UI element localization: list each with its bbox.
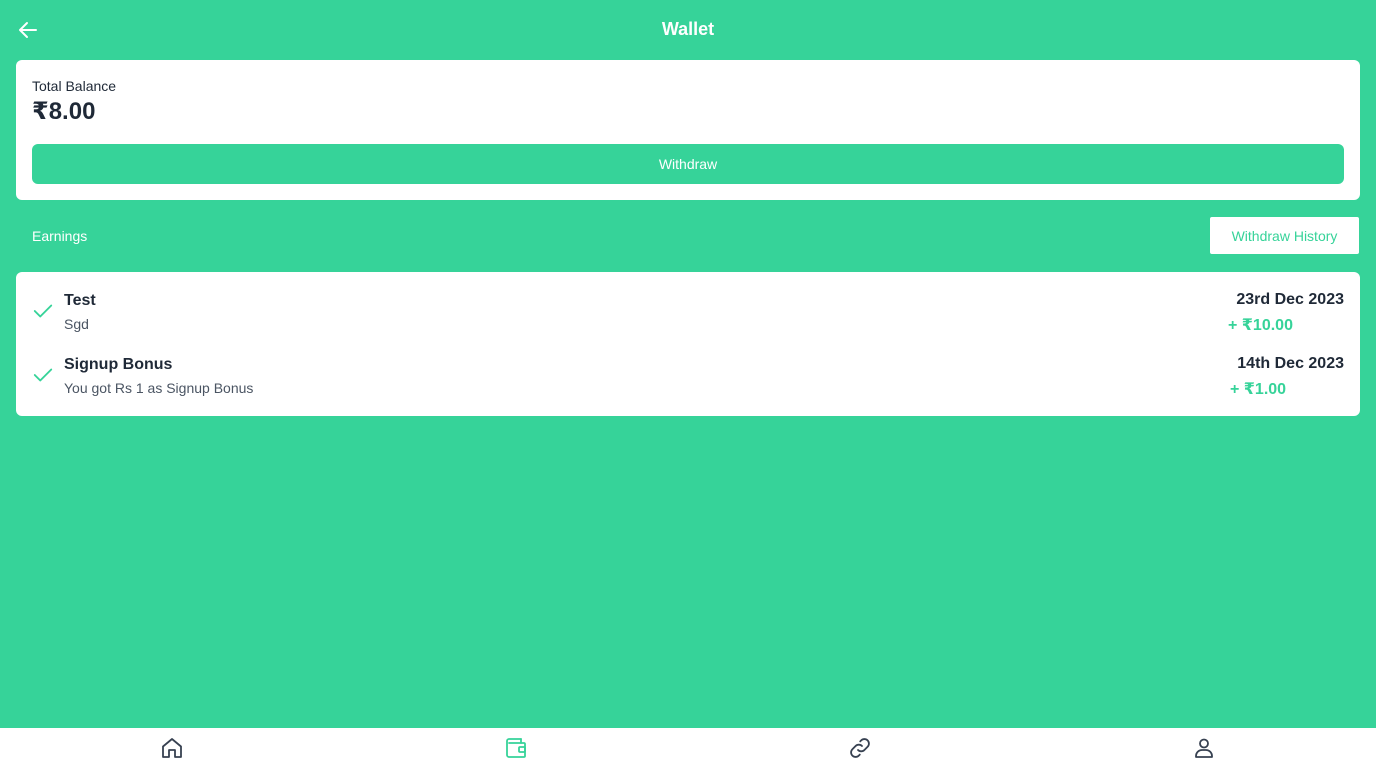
wallet-icon xyxy=(506,738,526,758)
link-icon xyxy=(850,738,870,758)
withdraw-button[interactable]: Withdraw xyxy=(32,144,1344,184)
earning-amount: + ₹1.00 xyxy=(1230,381,1287,398)
nav-profile[interactable] xyxy=(1192,736,1216,760)
earning-date: 23rd Dec 2023 xyxy=(1236,291,1344,308)
total-balance-label: Total Balance xyxy=(32,78,117,94)
nav-wallet[interactable] xyxy=(504,736,528,760)
withdraw-history-button[interactable]: Withdraw History xyxy=(1210,217,1359,254)
earnings-list: Test Sgd 23rd Dec 2023 + ₹10.00 Signup B… xyxy=(16,272,1360,416)
earning-amount: + ₹10.00 xyxy=(1228,317,1293,334)
check-icon xyxy=(33,368,53,382)
earning-title: Test xyxy=(64,292,96,309)
earnings-section-label: Earnings xyxy=(32,228,88,244)
earning-date: 14th Dec 2023 xyxy=(1237,355,1344,372)
nav-links[interactable] xyxy=(848,736,872,760)
earning-description: You got Rs 1 as Signup Bonus xyxy=(64,380,254,396)
page-title: Wallet xyxy=(661,19,715,39)
earning-title: Signup Bonus xyxy=(64,356,173,373)
nav-home[interactable] xyxy=(160,736,184,760)
user-icon xyxy=(1195,738,1213,758)
home-icon xyxy=(162,738,182,758)
earning-description: Sgd xyxy=(64,316,89,332)
check-icon xyxy=(33,304,53,318)
total-balance-amount: ₹8.00 xyxy=(32,98,96,125)
list-item[interactable]: Test Sgd 23rd Dec 2023 + ₹10.00 xyxy=(16,272,1360,336)
top-app-bar: Wallet xyxy=(0,0,1376,60)
bottom-navigation xyxy=(0,728,1376,768)
list-item[interactable]: Signup Bonus You got Rs 1 as Signup Bonu… xyxy=(16,336,1360,400)
balance-card: Total Balance ₹8.00 Withdraw xyxy=(16,60,1360,200)
